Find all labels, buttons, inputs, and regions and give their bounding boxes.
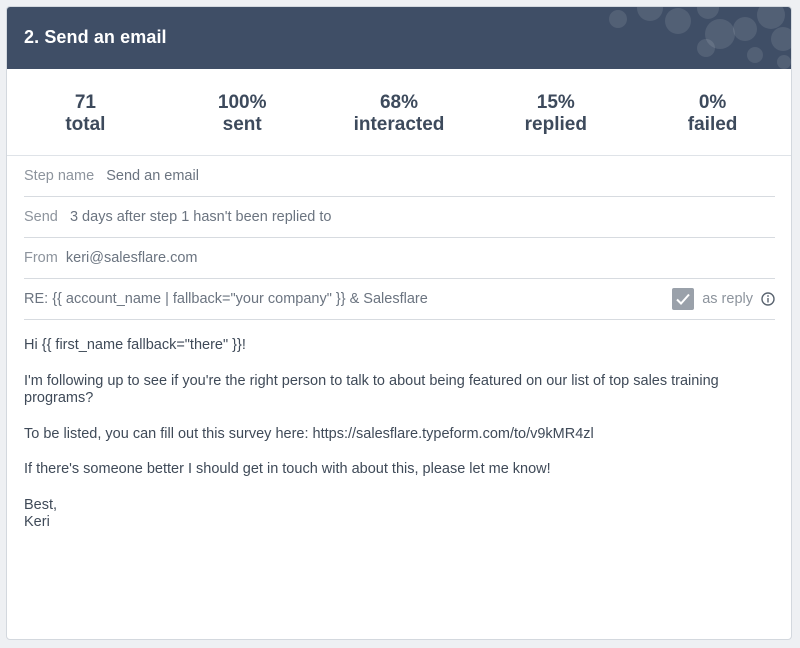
stat-failed: 0% failed [634,69,791,155]
decor-bubble [665,8,691,34]
step-header: 2. Send an email [7,7,791,69]
stat-value: 68% [379,92,418,113]
from-label: From [24,250,58,266]
from-value[interactable]: keri@salesflare.com [66,250,198,266]
stat-value: 71 [74,92,96,113]
as-reply-checkbox[interactable] [672,288,694,310]
decor-bubble [771,27,791,51]
step-title: 2. Send an email [24,27,167,47]
decor-bubble [697,7,719,19]
stat-label: total [65,114,106,135]
step-name-field[interactable]: Step name Send an email [24,156,775,197]
stat-label: failed [687,114,738,135]
as-reply-label: as reply [702,291,753,307]
decor-bubble [757,7,785,29]
decor-bubble [637,7,663,21]
body-signature: Keri [24,514,50,530]
send-schedule-value[interactable]: 3 days after step 1 hasn't been replied … [70,209,332,225]
email-body-editor[interactable]: Hi {{ first_name fallback="there" }}! I'… [24,337,744,532]
stat-sent: 100% sent [164,69,321,155]
from-field[interactable]: From keri@salesflare.com [24,238,775,279]
decor-bubble [733,17,757,41]
subject-field[interactable]: RE: {{ account_name | fallback="your com… [24,279,775,320]
stats-bar: 71 total 100% sent 68% interacted 15% re… [7,69,791,156]
decor-bubble [777,55,791,69]
decor-bubble [609,10,627,28]
step-name-value[interactable]: Send an email [106,168,199,184]
stat-label: replied [524,114,587,135]
stat-label: sent [222,114,262,135]
stat-value: 0% [698,92,727,113]
info-icon[interactable] [761,292,775,306]
send-label: Send [24,209,58,225]
stat-label: interacted [353,114,445,135]
body-paragraph: I'm following up to see if you're the ri… [24,372,719,407]
body-greeting: Hi {{ first_name fallback="there" }}! [24,337,246,353]
decor-bubble [747,47,763,63]
stat-interacted: 68% interacted [321,69,478,155]
body-sign-off: Best, [24,496,58,513]
step-name-label: Step name [24,168,95,184]
email-step-card: 2. Send an email 71 total 100% sent 68% … [6,6,792,640]
send-schedule-field[interactable]: Send 3 days after step 1 hasn't been rep… [24,197,775,238]
stat-value: 15% [536,92,575,113]
subject-value[interactable]: RE: {{ account_name | fallback="your com… [24,291,428,307]
stat-value: 100% [217,92,267,113]
stat-replied: 15% replied [477,69,634,155]
body-paragraph: If there's someone better I should get i… [24,461,551,477]
stat-total: 71 total [7,69,164,155]
check-icon [676,293,690,305]
body-paragraph: To be listed, you can fill out this surv… [24,425,594,442]
decor-bubble [697,39,715,57]
